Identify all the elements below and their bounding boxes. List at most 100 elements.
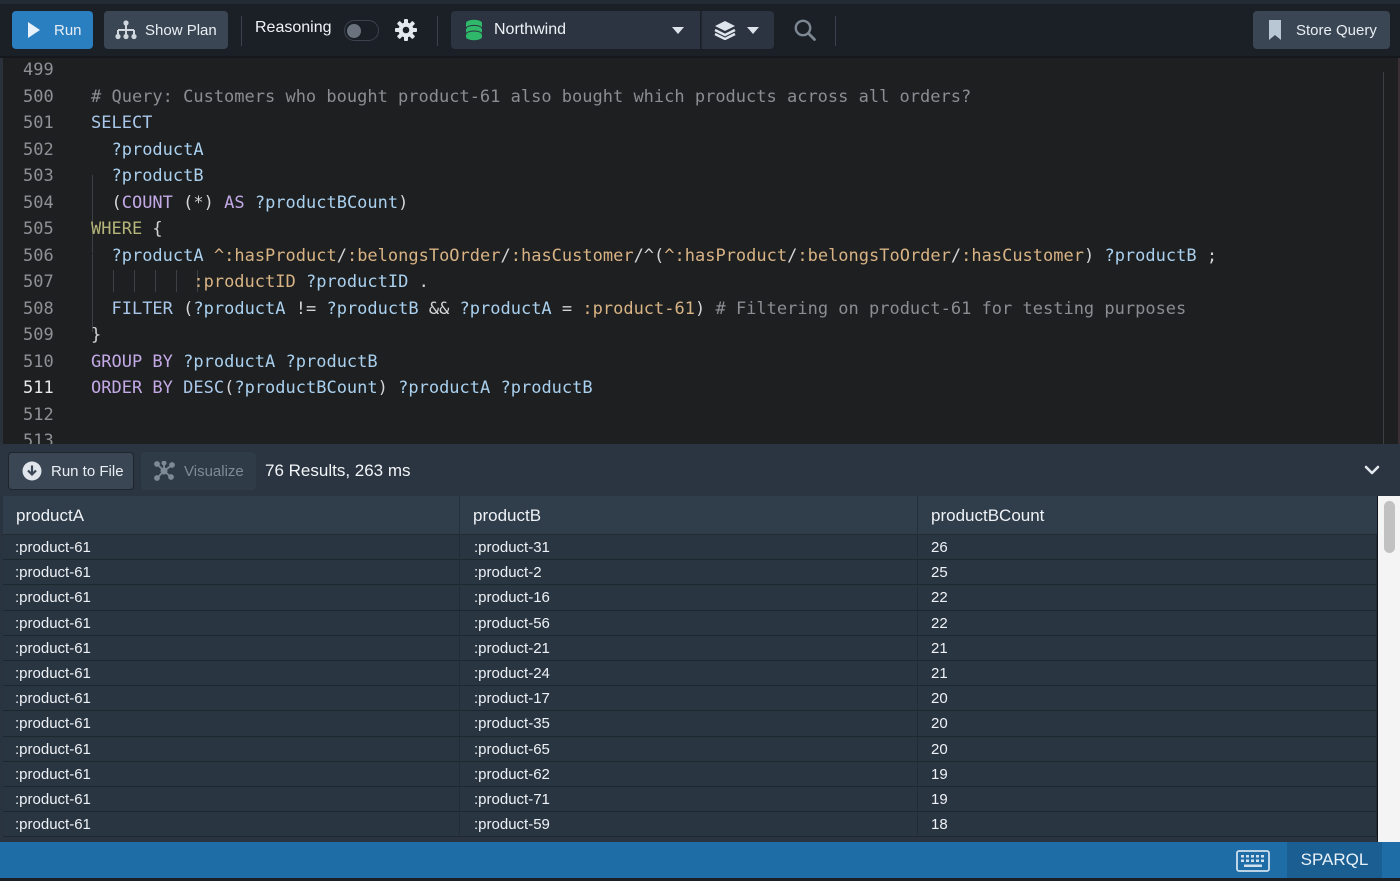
reasoning-toggle[interactable] (344, 20, 379, 41)
code-text: # Query: Customers who bought product-61… (91, 84, 971, 110)
table-cell: 25 (918, 560, 1377, 586)
code-token: / (950, 245, 962, 266)
code-line[interactable]: 513 (3, 428, 1383, 444)
column-header-productB[interactable]: productB (460, 496, 918, 535)
download-icon (22, 461, 42, 481)
code-token: ( (172, 298, 194, 319)
code-token: ) (694, 298, 716, 319)
table-header: productA productB productBCount (3, 496, 1377, 535)
scrollbar-thumb[interactable] (1384, 501, 1395, 553)
code-line[interactable]: 499 (3, 58, 1383, 83)
reasoning-label: Reasoning (255, 19, 332, 36)
code-token: { (142, 219, 163, 239)
table-row[interactable]: :product-61:product-31 26 (3, 535, 1377, 561)
code-token: ( (224, 378, 235, 398)
code-token: SELECT (91, 113, 153, 133)
table-row[interactable]: :product-61:product-65 20 (3, 736, 1377, 762)
table-row[interactable]: :product-61:product-17 20 (3, 686, 1377, 712)
table-row[interactable]: :product-61:product-16 22 (3, 585, 1377, 611)
table-cell: :product-61 (3, 786, 460, 812)
code-token: ?productA (459, 298, 552, 319)
table-row[interactable]: :product-61:product-24 21 (3, 660, 1377, 687)
hierarchy-icon (115, 20, 137, 40)
code-line[interactable]: 512 (3, 402, 1383, 428)
show-plan-button[interactable]: Show Plan (104, 11, 228, 49)
code-token: ?productA (111, 139, 204, 160)
code-line[interactable]: 509} (3, 322, 1383, 348)
query-editor[interactable]: 499 500 # Query: Customers who bought prod… (0, 58, 1400, 444)
code-token: ^:hasProduct (664, 245, 788, 266)
code-line[interactable]: 511 ORDER BY DESC(?productBCount) ?produc… (3, 375, 1383, 401)
code-token: ?productB (1104, 245, 1197, 266)
code-line[interactable]: 504 (COUNT (*) AS ?productBCount) (3, 190, 1383, 216)
layers-select[interactable] (701, 11, 774, 49)
code-token: / (787, 245, 798, 266)
table-cell: :product-21 (460, 635, 918, 661)
table-cell: 19 (918, 761, 1377, 787)
code-line[interactable]: 505 WHERE { (3, 216, 1383, 242)
table-cell: :product-16 (460, 585, 918, 611)
vertical-scrollbar[interactable] (1377, 496, 1400, 842)
table-cell: :product-35 (460, 711, 918, 737)
code-token: ) (398, 192, 409, 213)
code-token: ?productB (500, 378, 593, 398)
line-number: 505 (23, 219, 54, 239)
code-line[interactable]: 501 SELECT (3, 110, 1383, 136)
table-row[interactable]: :product-61:product-21 21 (3, 635, 1377, 661)
chevron-down-icon (672, 26, 684, 34)
line-number: 502 (23, 139, 54, 160)
code-token: ?productBCount (234, 378, 378, 398)
visualize-button[interactable]: Visualize (141, 452, 256, 490)
code-token: } (91, 325, 102, 345)
code-line[interactable]: 506 ?productA ^:hasProduct/:belongsToOrd… (3, 243, 1383, 269)
code-text: FILTER (?productA != ?productB && ?produ… (91, 296, 1186, 322)
code-text: WHERE { (91, 216, 163, 242)
table-cell: :product-61 (3, 635, 460, 661)
code-line[interactable]: 502 ?productA (3, 137, 1383, 163)
code-line[interactable]: 500 # Query: Customers who bought product… (3, 84, 1383, 110)
table-cell: 20 (918, 736, 1377, 762)
code-token: ; (1196, 245, 1218, 266)
table-row[interactable]: :product-61:product-59 18 (3, 812, 1377, 838)
language-mode[interactable]: SPARQL (1287, 842, 1382, 878)
database-select[interactable]: Northwind (451, 11, 700, 49)
table-row[interactable]: :product-61:product-2 25 (3, 560, 1377, 586)
line-number: 508 (23, 298, 54, 319)
run-label: Run (54, 21, 82, 39)
code-line[interactable]: 507 :productID ?productID . (3, 269, 1383, 295)
code-line[interactable]: 510 GROUP BY ?productA ?productB (3, 349, 1383, 375)
table-row[interactable]: :product-61:product-62 19 (3, 761, 1377, 787)
code-token: ?productA (111, 245, 204, 266)
code-text: ORDER BY DESC(?productBCount) ?productA … (91, 375, 593, 401)
layers-icon (714, 21, 736, 40)
store-query-button[interactable]: Store Query (1253, 11, 1390, 49)
code-token: / (500, 245, 511, 266)
run-button[interactable]: Run (12, 11, 93, 49)
table-cell: :product-31 (460, 535, 918, 560)
table-cell: :product-61 (3, 686, 460, 712)
gear-icon[interactable] (394, 18, 418, 42)
bookmark-icon (1269, 20, 1281, 40)
table-row[interactable]: :product-61:product-71 19 (3, 786, 1377, 813)
code-line[interactable]: 508 FILTER (?productA != ?productB && ?p… (3, 296, 1383, 322)
code-line[interactable]: 503 ?productB (3, 163, 1383, 189)
chevron-down-icon (747, 26, 759, 34)
visualize-label: Visualize (184, 462, 244, 480)
column-header-productA[interactable]: productA (3, 496, 460, 535)
column-header-productBCount[interactable]: productBCount (918, 496, 1377, 535)
keyboard-icon[interactable] (1236, 850, 1270, 872)
database-icon (465, 19, 483, 41)
chevron-down-icon[interactable] (1364, 464, 1380, 476)
code-token: :product-61 (582, 298, 695, 319)
code-token: ORDER BY (91, 378, 173, 398)
table-row[interactable]: :product-61:product-56 22 (3, 610, 1377, 636)
code-token: FILTER (111, 298, 173, 319)
run-to-file-button[interactable]: Run to File (8, 452, 134, 490)
table-cell: :product-61 (3, 736, 460, 762)
table-row[interactable]: :product-61:product-35 20 (3, 711, 1377, 737)
search-icon[interactable] (793, 18, 817, 42)
